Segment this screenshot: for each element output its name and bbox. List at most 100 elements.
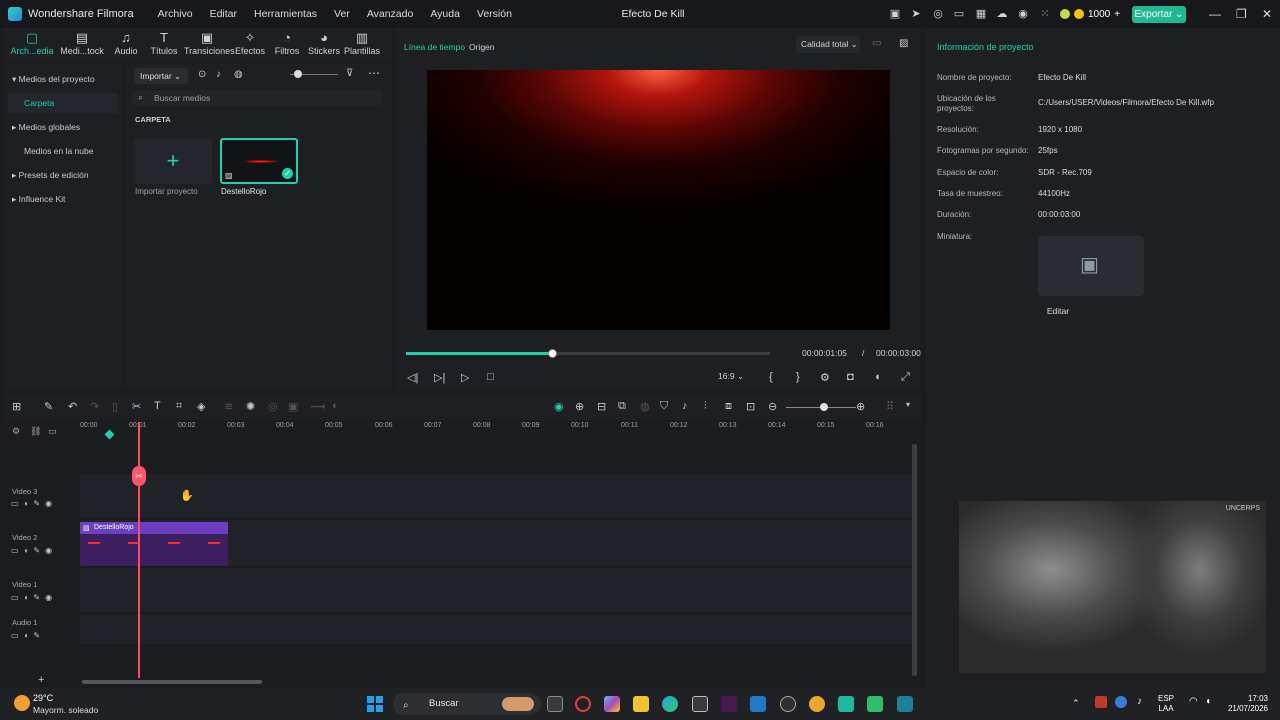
file-explorer-icon[interactable] — [633, 696, 649, 712]
motion-icon[interactable]: ◍ — [640, 400, 650, 413]
track-video-3-lane[interactable] — [80, 474, 912, 518]
tray-app-icon[interactable] — [1095, 696, 1107, 708]
ai-copilot-icon[interactable]: ◉ — [554, 400, 564, 413]
tab-source-preview[interactable]: Origen — [469, 42, 495, 52]
render-icon[interactable]: ⊡ — [746, 400, 755, 413]
link-icon[interactable]: ⛓ — [30, 426, 41, 437]
maximize-icon[interactable]: ❐ — [1236, 7, 1247, 21]
delete-icon[interactable]: ▯ — [112, 400, 118, 413]
image-icon[interactable]: ▦ — [975, 8, 987, 20]
track-audio-1-lane[interactable] — [80, 614, 912, 644]
select-tool-icon[interactable]: ✎ — [44, 400, 53, 413]
steam-icon[interactable] — [780, 696, 796, 712]
quality-select[interactable]: Calidad total ⌄ — [796, 36, 860, 53]
zoom-slider-knob[interactable] — [294, 70, 302, 78]
apps-icon[interactable]: ⁙ — [1039, 8, 1051, 20]
minimize-icon[interactable]: — — [1209, 7, 1221, 21]
settings-icon[interactable]: ⚙ — [820, 371, 830, 384]
filter-icon[interactable]: ⊽ — [346, 68, 353, 79]
zoom-in-icon[interactable]: ⊕ — [856, 400, 865, 413]
add-track-icon[interactable]: + — [38, 674, 44, 686]
store-icon[interactable] — [692, 696, 708, 712]
keyframe-icon[interactable]: ⧉ — [618, 400, 626, 413]
pip-icon[interactable]: ⧈ — [725, 400, 732, 413]
freeze-icon[interactable]: ▣ — [288, 400, 298, 413]
audio-mixer-icon[interactable]: ⫶ — [704, 400, 707, 413]
task-view-icon[interactable] — [547, 696, 563, 712]
prev-frame-icon[interactable]: ◁| — [407, 371, 418, 384]
filmora-launcher-icon[interactable] — [838, 696, 854, 712]
timeline-ruler[interactable]: 00:00 00:01 00:02 00:03 00:04 00:05 00:0… — [80, 422, 920, 436]
playhead[interactable] — [138, 422, 140, 678]
input-language[interactable]: ESP LAA — [1158, 694, 1174, 714]
play-icon[interactable]: ▷ — [461, 371, 469, 384]
tab-timeline-preview[interactable]: Línea de tiempo — [404, 42, 465, 52]
gift-icon[interactable]: ▣ — [889, 8, 901, 20]
export-button[interactable]: Exportar ⌄ — [1132, 6, 1186, 23]
menu-ver[interactable]: Ver — [334, 8, 350, 20]
headset-icon[interactable]: ◉ — [1017, 8, 1029, 20]
playback-progress[interactable] — [406, 349, 770, 358]
monitor-icon[interactable]: ▭ — [953, 8, 965, 20]
adjust-icon[interactable]: ≋ — [224, 400, 233, 413]
filmora-active-icon[interactable] — [897, 696, 913, 712]
clock[interactable]: 17:03 21/07/2026 — [1226, 694, 1268, 714]
sidebar-item-folder[interactable]: Carpeta — [8, 93, 118, 113]
track-controls[interactable]: ▭◖✎◉ — [11, 593, 57, 602]
mark-in-icon[interactable]: { — [769, 371, 773, 383]
import-button[interactable]: Importar ⌄ — [134, 68, 188, 84]
menu-herramientas[interactable]: Herramientas — [254, 8, 317, 20]
text-icon[interactable]: T — [154, 400, 161, 412]
search-media-input[interactable]: Buscar medios — [132, 90, 382, 106]
timeline-clip[interactable]: DestelloRojo ▨ — [80, 522, 228, 566]
snapshot-icon[interactable]: ▨ — [899, 38, 908, 49]
edge-icon[interactable] — [662, 696, 678, 712]
credits-counter[interactable]: 1000 + — [1060, 6, 1120, 22]
crop-icon[interactable]: ⌗ — [176, 400, 182, 413]
sidebar-item-project-media[interactable]: ▾ Medios del proyecto — [12, 74, 95, 85]
track-settings-icon[interactable]: ⚙ — [12, 426, 20, 437]
tab-stock-media[interactable]: ▤ Medi...tock — [60, 30, 104, 60]
cloud-sync-icon[interactable]: ◎ — [932, 8, 944, 20]
stop-icon[interactable]: □ — [487, 371, 494, 383]
timeline-zoom-knob[interactable] — [820, 403, 828, 411]
track-video-1-lane[interactable] — [80, 568, 912, 612]
tab-templates[interactable]: ▥ Plantillas — [340, 30, 384, 60]
layout-icon[interactable]: ⊞ — [12, 400, 21, 413]
voice-icon[interactable]: ◍ — [234, 69, 243, 80]
caption-icon[interactable]: ▭ — [48, 426, 57, 437]
weather-icon[interactable] — [14, 695, 30, 711]
track-controls[interactable]: ▭◖✎◉ — [11, 546, 57, 555]
cloud-icon[interactable]: ☁ — [996, 8, 1008, 20]
record-icon[interactable]: ⊙ — [198, 69, 206, 80]
menu-editar[interactable]: Editar — [210, 8, 237, 20]
edit-thumbnail-button[interactable]: Editar — [1038, 306, 1078, 316]
copilot-icon[interactable] — [604, 696, 620, 712]
media-clip-tile[interactable]: ▨ ✓ — [220, 138, 298, 184]
more-options-icon[interactable]: ▾ — [906, 400, 910, 409]
chrome-icon[interactable] — [809, 696, 825, 712]
project-thumbnail[interactable]: ▣ — [1038, 236, 1144, 296]
tab-media[interactable]: ▢ Arch...edia — [10, 30, 54, 60]
menu-version[interactable]: Versión — [477, 8, 512, 20]
sidebar-item-influence-kit[interactable]: ▸ Influence Kit — [12, 194, 65, 205]
split-icon[interactable]: ✂ — [132, 400, 141, 413]
vscode-icon[interactable] — [750, 696, 766, 712]
send-icon[interactable]: ➤ — [910, 8, 922, 20]
tab-titles[interactable]: T Títulos — [142, 30, 186, 60]
marker-icon[interactable]: ⊟ — [597, 400, 606, 413]
wifi-icon[interactable]: ◠ — [1189, 696, 1198, 707]
import-project-tile[interactable]: + — [134, 138, 212, 184]
tab-transitions[interactable]: ▣ Transiciones — [184, 30, 235, 60]
aspect-select[interactable]: 16:9 ⌄ — [718, 371, 744, 382]
auto-sync-icon[interactable]: ⊕ — [575, 400, 584, 413]
opera-icon[interactable] — [575, 696, 591, 712]
compare-icon[interactable]: ▭ — [872, 38, 881, 49]
menu-archivo[interactable]: Archivo — [158, 8, 193, 20]
volume-tray-icon[interactable]: ◖ — [1205, 696, 1211, 707]
plus-icon[interactable]: + — [1114, 9, 1120, 20]
undo-icon[interactable]: ↶ — [68, 400, 77, 413]
play-frame-icon[interactable]: ▷| — [434, 371, 445, 384]
sidebar-item-global-media[interactable]: ▸ Medios globales — [12, 122, 80, 133]
track-controls[interactable]: ▭◖✎◉ — [11, 499, 57, 508]
